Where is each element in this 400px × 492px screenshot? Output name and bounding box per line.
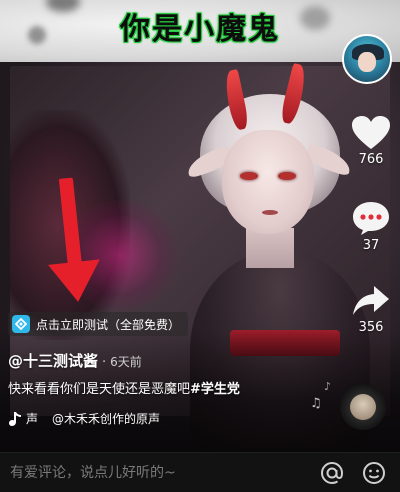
- heart-icon: [352, 116, 390, 149]
- author-name[interactable]: @十三测试酱: [8, 350, 98, 371]
- banner-title: 你是小魔鬼: [120, 12, 280, 47]
- link-icon: [12, 315, 30, 333]
- music-note-icon: ♫: [310, 396, 322, 411]
- comment-bar: [0, 452, 400, 492]
- test-link-chip[interactable]: 点击立即测试（全部免费）: [8, 312, 189, 336]
- video-caption: 快来看看你们是天使还是恶魔吧#学生党: [8, 378, 240, 397]
- smiley-icon: [363, 461, 385, 484]
- caption-text: 快来看看你们是天使还是恶魔吧: [8, 382, 191, 397]
- hashtag-link[interactable]: #学生党: [190, 382, 240, 397]
- music-prefix: 声: [26, 412, 39, 426]
- share-arrow-icon: [353, 286, 389, 315]
- post-time: 6天前: [110, 355, 142, 369]
- comment-input[interactable]: [0, 452, 318, 492]
- music-disc-cover: [350, 394, 376, 420]
- red-arrow-head-icon: [48, 259, 104, 305]
- artwork-eye: [240, 172, 258, 180]
- like-button[interactable]: 766: [348, 116, 394, 167]
- music-disc[interactable]: [340, 384, 386, 430]
- comment-count: 37: [362, 238, 380, 253]
- tiktok-note-icon: [9, 411, 21, 426]
- author-avatar[interactable]: [342, 34, 392, 84]
- author-row: @十三测试酱 · 6天前: [8, 350, 142, 371]
- artwork-neck: [246, 228, 294, 268]
- comment-button[interactable]: 37: [348, 200, 394, 253]
- at-icon: [320, 461, 344, 484]
- like-count: 766: [358, 152, 384, 167]
- artwork-lips: [262, 210, 278, 215]
- share-count: 356: [358, 320, 384, 335]
- emoji-button[interactable]: [360, 459, 388, 487]
- comment-bubble-icon: [353, 202, 389, 235]
- avatar-face: [358, 52, 376, 72]
- artwork-eye: [278, 172, 296, 180]
- artwork-face: [222, 130, 314, 234]
- music-note-icon: ♪: [324, 380, 332, 393]
- music-row[interactable]: 声 @木禾禾创作的原声: [8, 410, 160, 427]
- separator-dot: ·: [102, 355, 107, 370]
- music-title: @木禾禾创作的原声: [52, 412, 161, 426]
- share-button[interactable]: 356: [348, 284, 394, 335]
- test-link-label: 点击立即测试（全部免费）: [36, 317, 181, 332]
- mention-button[interactable]: [318, 459, 346, 487]
